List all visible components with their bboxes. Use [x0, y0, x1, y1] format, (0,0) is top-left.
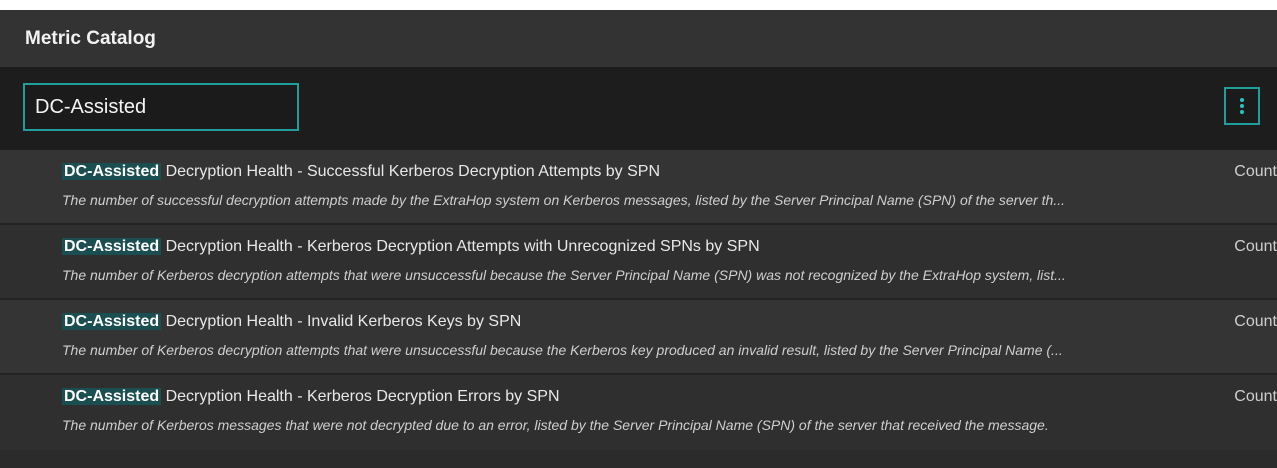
- metric-type: Count: [1234, 238, 1277, 255]
- search-highlight: DC-Assisted: [62, 163, 162, 180]
- list-item[interactable]: DC-Assisted Decryption Health - Invalid …: [0, 300, 1277, 375]
- vertical-dots-icon: [1240, 98, 1244, 114]
- page-title: Metric Catalog: [25, 27, 156, 49]
- metric-type: Count: [1234, 163, 1277, 180]
- metric-title: DC-Assisted Decryption Health - Kerberos…: [62, 238, 1217, 256]
- metric-title: DC-Assisted Decryption Health - Successf…: [62, 163, 1217, 181]
- results-list: DC-Assisted Decryption Health - Successf…: [0, 150, 1277, 450]
- metric-description: The number of Kerberos decryption attemp…: [62, 267, 1066, 283]
- list-item[interactable]: DC-Assisted Decryption Health - Kerberos…: [0, 375, 1277, 450]
- metric-name: Decryption Health - Successful Kerberos …: [161, 163, 661, 180]
- more-options-button[interactable]: [1224, 87, 1260, 125]
- metric-name: Decryption Health - Kerberos Decryption …: [161, 238, 760, 255]
- search-highlight: DC-Assisted: [62, 238, 162, 255]
- panel-header: Metric Catalog: [0, 10, 1277, 67]
- list-item[interactable]: DC-Assisted Decryption Health - Kerberos…: [0, 225, 1277, 300]
- search-input[interactable]: [23, 83, 299, 131]
- search-highlight: DC-Assisted: [62, 388, 162, 405]
- metric-name: Decryption Health - Invalid Kerberos Key…: [161, 313, 522, 330]
- metric-description: The number of Kerberos messages that wer…: [62, 417, 1049, 433]
- metric-description: The number of Kerberos decryption attemp…: [62, 342, 1063, 358]
- metric-name: Decryption Health - Kerberos Decryption …: [161, 388, 560, 405]
- metric-catalog-panel: Metric Catalog DC-Assisted Decryption He…: [0, 10, 1277, 468]
- metric-title: DC-Assisted Decryption Health - Kerberos…: [62, 388, 1217, 406]
- metric-title: DC-Assisted Decryption Health - Invalid …: [62, 313, 1217, 331]
- search-bar: [0, 67, 1277, 150]
- list-item[interactable]: DC-Assisted Decryption Health - Successf…: [0, 150, 1277, 225]
- metric-type: Count: [1234, 313, 1277, 330]
- search-highlight: DC-Assisted: [62, 313, 162, 330]
- metric-type: Count: [1234, 388, 1277, 405]
- metric-description: The number of successful decryption atte…: [62, 192, 1065, 208]
